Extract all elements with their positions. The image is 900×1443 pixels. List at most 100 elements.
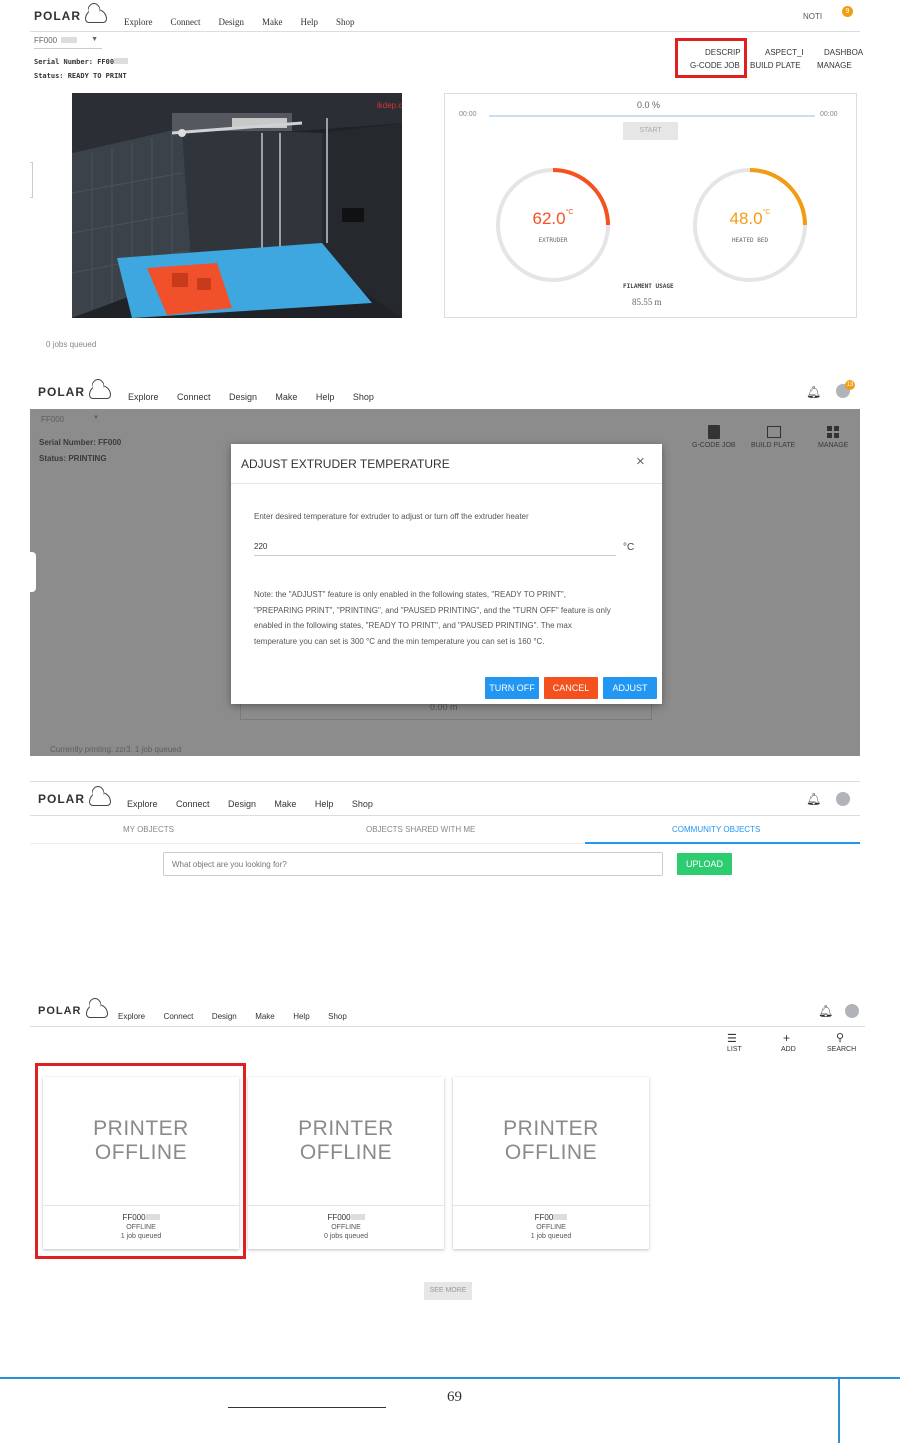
close-icon[interactable]: × [636,453,645,470]
nav-make[interactable]: Make [255,1012,275,1021]
printer-card[interactable]: PRINTER OFFLINE FF00 OFFLINE 1 job queue… [453,1077,649,1249]
add-button[interactable]: ADD [781,1046,796,1053]
heated-bed-gauge[interactable]: 48.0°C HEATED BED [691,166,809,284]
bell-icon[interactable]: 🔔︎ [806,792,821,806]
nav-explore[interactable]: Explore [118,1012,145,1021]
nav-connect[interactable]: Connect [164,1012,194,1021]
printer-id-text: FF00 [534,1213,554,1222]
nav-design[interactable]: Design [229,392,257,402]
printer-state: PRINTER OFFLINE [453,1117,649,1165]
polar-logo[interactable]: POLAR [38,385,111,399]
nav-shop[interactable]: Shop [328,1012,347,1021]
printer-id-text: FF000 [327,1213,351,1222]
camera-feed: ikdep.com [72,93,402,318]
printer-camera-image [72,93,402,318]
see-more-button[interactable]: SEE MORE [424,1282,472,1300]
polar-logo[interactable]: POLAR [38,792,111,806]
page-number: 69 [447,1389,462,1405]
nav-make[interactable]: Make [262,17,283,27]
cloud-icon [89,385,111,399]
nav-help[interactable]: Help [315,799,334,809]
upload-button[interactable]: UPLOAD [677,853,732,875]
list-icon[interactable]: ☰ [727,1032,737,1045]
cloud-icon [89,792,111,806]
card-divider [453,1205,649,1206]
object-search-input[interactable] [163,852,663,876]
printer-state: PRINTER OFFLINE [248,1117,444,1165]
dialog-instruction: Enter desired temperature for extruder t… [254,512,529,521]
redacted-block [553,1214,568,1220]
main-nav: Explore Connect Design Make Help Shop [124,12,369,30]
nav-connect[interactable]: Connect [171,17,201,27]
nav-shop[interactable]: Shop [352,799,373,809]
progress-bar [489,115,815,117]
extruder-gauge[interactable]: 62.0°C EXTRUDER [494,166,612,284]
tab-build-plate[interactable]: BUILD PLATE [750,61,801,70]
nav-design[interactable]: Design [219,17,245,27]
tab-community-objects[interactable]: COMMUNITY OBJECTS [672,825,760,834]
tab-dashboard[interactable]: DASHBOA [824,48,863,57]
tab-shared-objects[interactable]: OBJECTS SHARED WITH ME [366,825,475,834]
nav-help[interactable]: Help [316,392,335,402]
tab-my-objects[interactable]: MY OBJECTS [123,825,174,834]
nav-help[interactable]: Help [293,1012,309,1021]
search-icon[interactable]: ⚲ [836,1031,844,1044]
nav-design[interactable]: Design [228,799,256,809]
printer-state-line: PRINTER [503,1117,599,1140]
chevron-down-icon: ▼ [91,36,98,43]
nav-explore[interactable]: Explore [128,392,159,402]
avatar[interactable] [836,792,850,806]
extruder-temp-readout: 62.0°C [494,209,612,229]
printer-select-value: FF000 [34,36,58,45]
printer-card[interactable]: PRINTER OFFLINE FF000 OFFLINE 0 jobs que… [248,1077,444,1249]
remaining-time: 00:00 [820,111,838,118]
temperature-input[interactable]: 220 [254,538,616,556]
tab-gcode-job[interactable]: G-CODE JOB [692,442,736,449]
printer-select[interactable]: FF000 ▼ [34,36,102,49]
bell-icon[interactable]: 🔔︎ [818,1004,833,1018]
nav-explore[interactable]: Explore [127,799,158,809]
cloud-icon [85,9,107,23]
tab-build-plate[interactable]: BUILD PLATE [751,442,795,449]
cancel-button[interactable]: CANCEL [544,677,598,699]
nav-make[interactable]: Make [274,799,296,809]
polar-logo[interactable]: POLAR [38,1004,108,1018]
list-button[interactable]: LIST [727,1046,742,1053]
tab-manage[interactable]: MANAGE [817,61,852,70]
start-button[interactable]: START [623,122,678,140]
serial-number: Serial Number: FF000 [39,438,122,447]
nav-shop[interactable]: Shop [336,17,355,27]
video-watermark: ikdep.com [377,101,402,110]
search-button[interactable]: SEARCH [827,1046,856,1053]
side-drawer-handle[interactable] [30,162,33,198]
nav-make[interactable]: Make [275,392,297,402]
nav-shop[interactable]: Shop [353,392,374,402]
nav-connect[interactable]: Connect [176,799,210,809]
brand-text: POLAR [38,792,85,806]
tab-manage[interactable]: MANAGE [818,442,848,449]
printer-select-value: FF000 [41,415,65,424]
polar-logo[interactable]: POLAR [34,9,107,23]
notification-badge: 9 [842,6,853,17]
tab-aspect[interactable]: ASPECT_I [765,48,804,57]
add-icon[interactable]: + [783,1031,790,1045]
bed-temp-readout: 48.0°C [691,209,809,229]
bell-icon[interactable]: 🔔︎ [806,385,821,399]
redacted-block [61,37,78,43]
nav-design[interactable]: Design [212,1012,237,1021]
dialog-divider [231,483,662,484]
build-plate-icon [767,426,781,438]
notifications-label[interactable]: NOTI [803,12,822,21]
notification-badge: 13 [845,380,855,390]
printer-select[interactable]: FF000 ▼ [41,415,101,427]
nav-explore[interactable]: Explore [124,17,153,27]
turn-off-button[interactable]: TURN OFF [485,677,539,699]
brand-text: POLAR [38,385,85,399]
nav-help[interactable]: Help [301,17,319,27]
printer-queue: 1 job queued [530,1233,572,1240]
adjust-button[interactable]: ADJUST [603,677,657,699]
avatar[interactable] [845,1004,859,1018]
side-drawer-handle[interactable] [30,552,36,592]
dialog-title: ADJUST EXTRUDER TEMPERATURE [241,457,450,471]
nav-connect[interactable]: Connect [177,392,211,402]
